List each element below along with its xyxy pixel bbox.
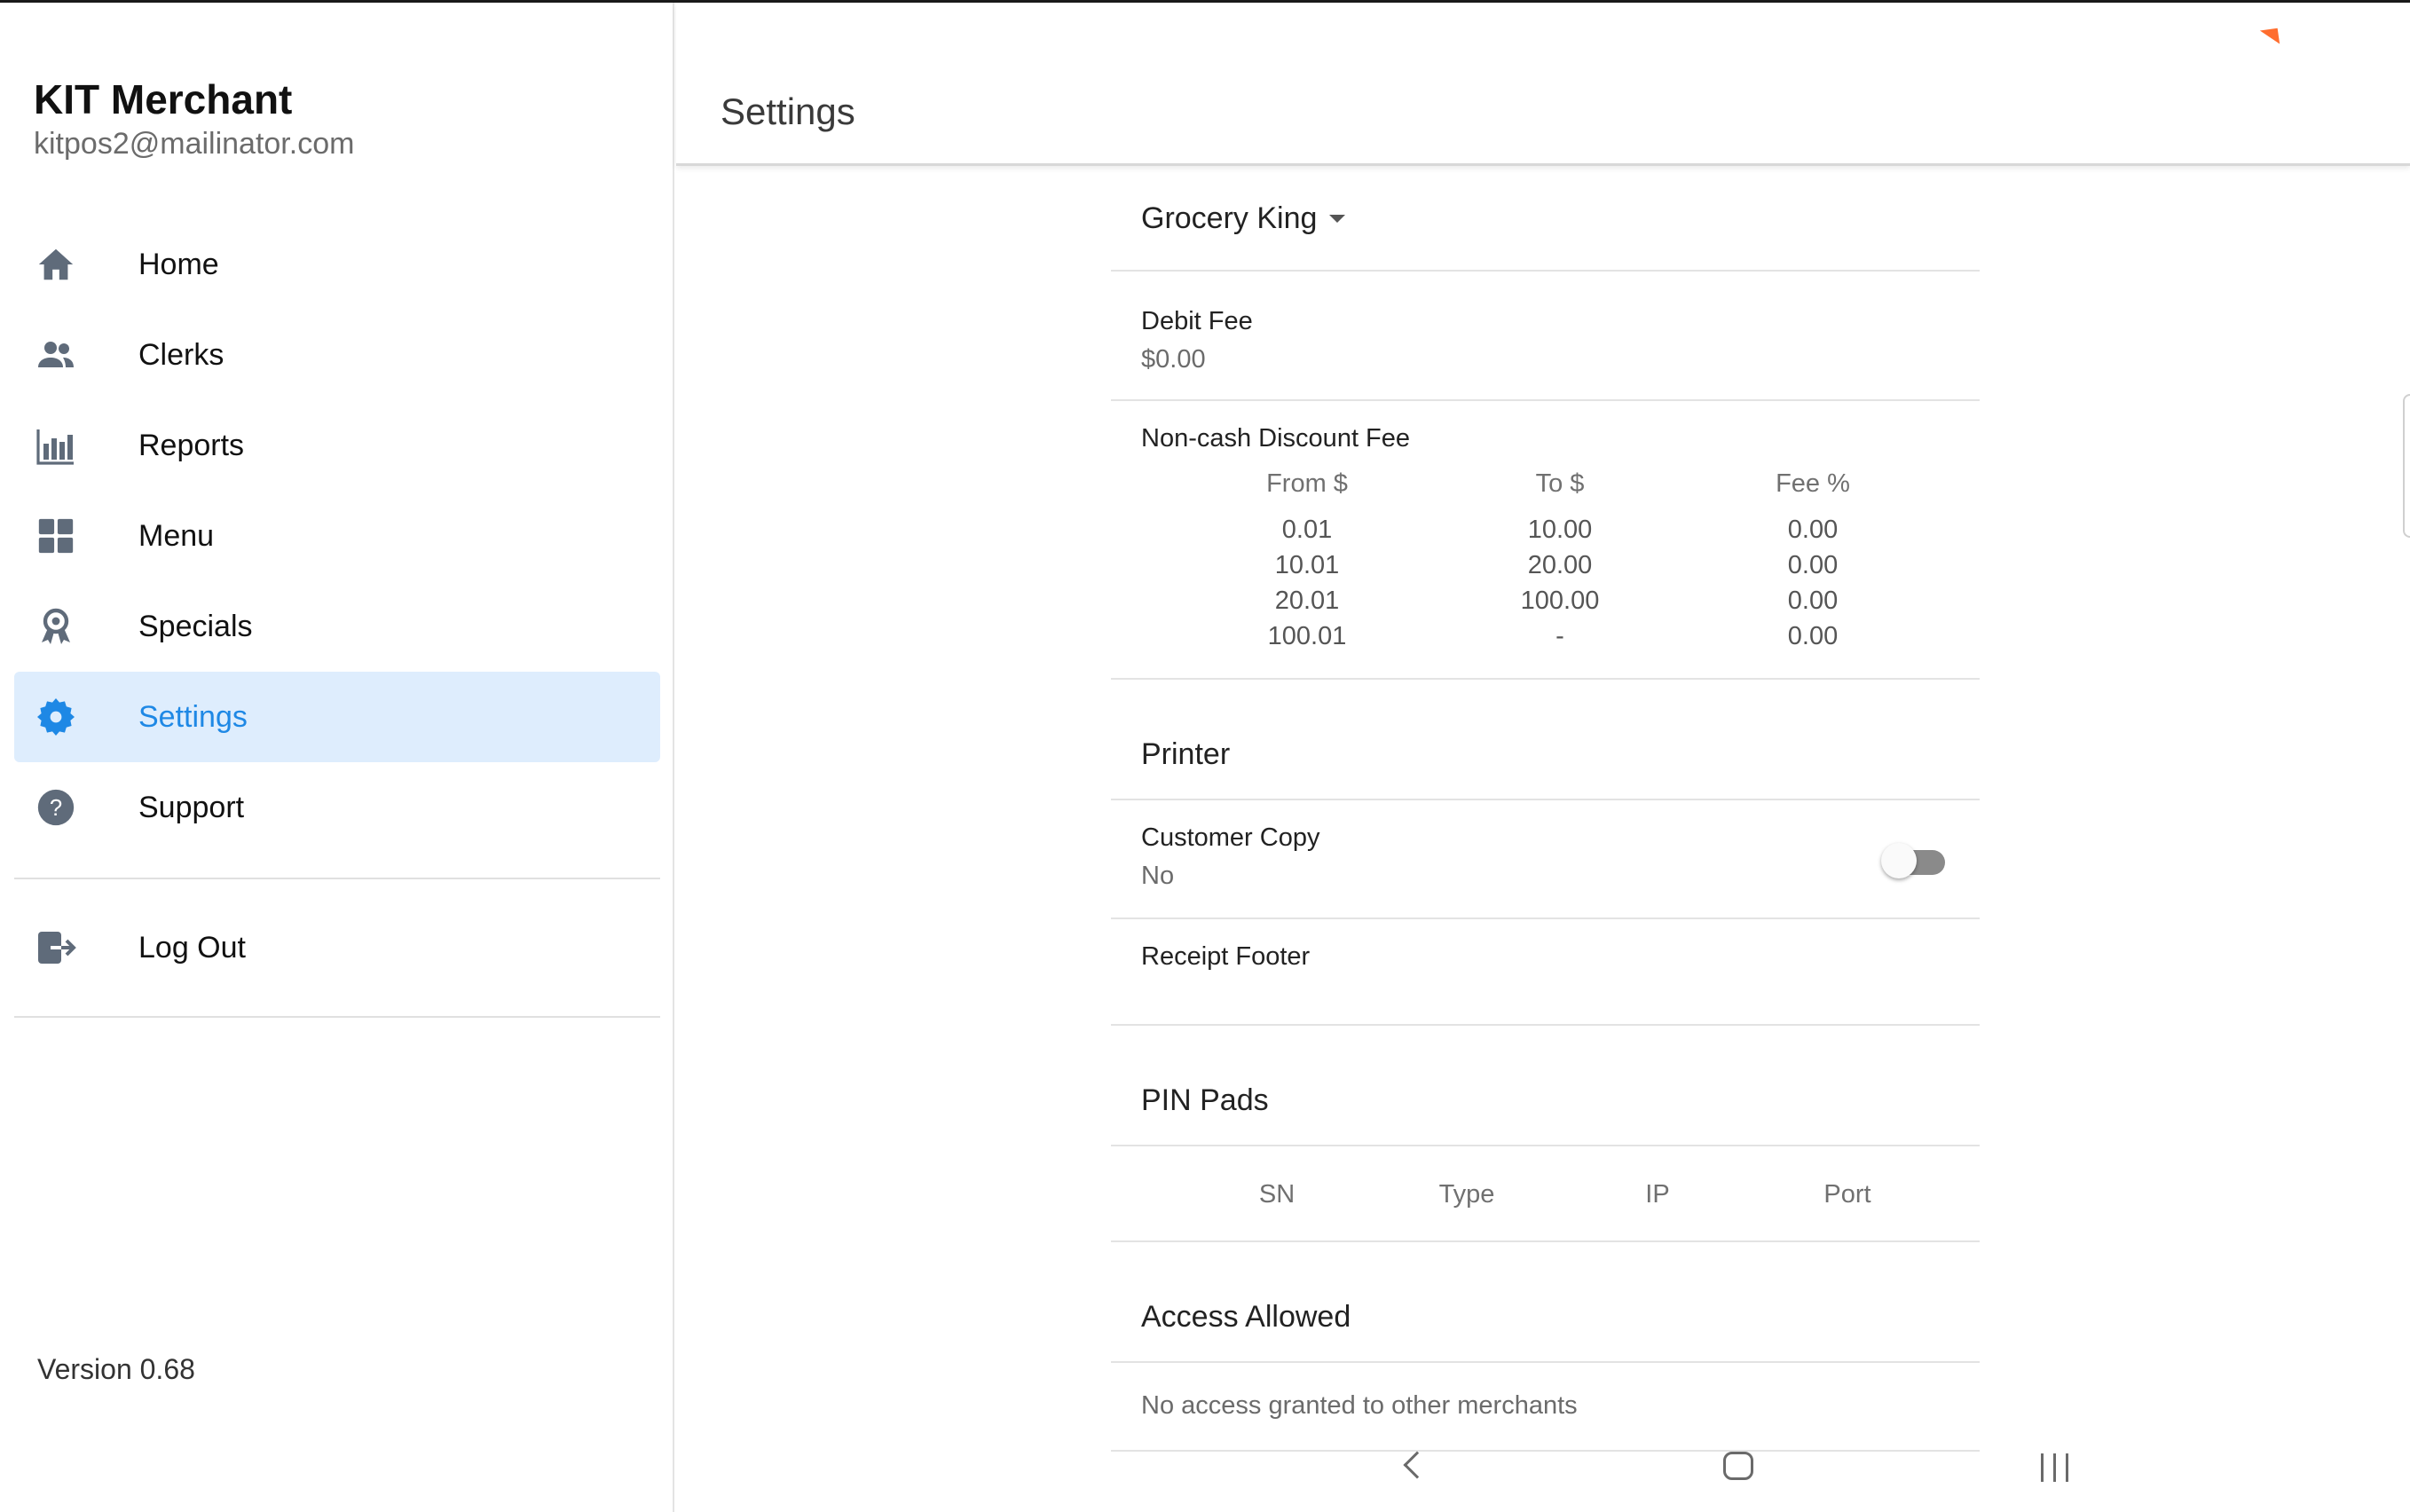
logout-icon — [34, 925, 78, 970]
recent-apps-icon[interactable] — [2041, 1453, 2073, 1482]
customer-copy-toggle[interactable] — [1881, 843, 1949, 878]
pin-pads-table-header: SN Type IP Port — [1111, 1146, 1980, 1242]
sidebar-item-label: Support — [138, 790, 245, 824]
customer-copy-value: No — [1141, 862, 1175, 890]
svg-text:?: ? — [50, 796, 62, 821]
table-row: 20.01 100.00 0.00 — [1141, 587, 1980, 622]
fee-table: From $ To $ Fee % 0.01 10.00 0.00 10.01 … — [1141, 469, 1980, 658]
debit-fee-row: Debit Fee $0.00 — [1111, 272, 1980, 401]
column-header: Type — [1438, 1180, 1495, 1209]
app-title: KIT Merchant — [34, 76, 293, 122]
back-icon[interactable] — [1403, 1451, 1431, 1479]
receipt-footer-row[interactable]: Receipt Footer — [1111, 919, 1980, 1026]
sidebar-item-label: Settings — [138, 699, 248, 734]
table-cell: 0.00 — [1787, 516, 1839, 544]
corner-indicator — [2259, 28, 2280, 47]
table-cell: - — [1555, 622, 1564, 650]
table-cell: 0.00 — [1787, 551, 1839, 579]
chevron-down-icon — [1329, 214, 1346, 223]
table-cell: 20.01 — [1274, 587, 1340, 615]
table-row: 10.01 20.00 0.00 — [1141, 551, 1980, 587]
table-cell: 0.00 — [1787, 587, 1839, 615]
table-cell: 20.00 — [1527, 551, 1593, 579]
column-header: IP — [1645, 1180, 1670, 1209]
table-cell: 0.01 — [1281, 516, 1333, 544]
bar-chart-icon — [34, 423, 78, 468]
account-email: kitpos2@mailinator.com — [34, 127, 355, 161]
app-header: Settings — [676, 3, 2410, 166]
printer-section-title: Printer — [1111, 680, 1980, 800]
customer-copy-row: Customer Copy No — [1111, 800, 1980, 919]
sidebar-item-label: Reports — [138, 428, 245, 462]
column-header: SN — [1258, 1180, 1296, 1209]
sidebar-item-label: Home — [138, 247, 219, 281]
sidebar: KIT Merchant kitpos2@mailinator.com Home… — [0, 3, 674, 1512]
fee-table-header: From $ To $ Fee % — [1141, 469, 1980, 516]
home-icon — [34, 242, 78, 287]
toggle-knob — [1881, 843, 1917, 878]
debit-fee-value: $0.00 — [1141, 345, 1206, 374]
noncash-fee-label: Non-cash Discount Fee — [1141, 424, 1411, 453]
table-row: 0.01 10.00 0.00 — [1141, 516, 1980, 551]
app-version: Version 0.68 — [37, 1353, 195, 1385]
table-row: 100.01 - 0.00 — [1141, 622, 1980, 658]
table-cell: 0.00 — [1787, 622, 1839, 650]
sidebar-item-settings[interactable]: Settings — [14, 672, 660, 762]
page-title: Settings — [721, 91, 855, 132]
settings-panel: Grocery King Debit Fee $0.00 Non-cash Di… — [1111, 167, 1980, 1452]
debit-fee-label: Debit Fee — [1141, 307, 1253, 335]
gear-icon — [34, 695, 78, 739]
sidebar-nav: Home Clerks Reports Menu Specials Settin… — [14, 219, 660, 1041]
home-button-icon[interactable] — [1723, 1452, 1753, 1480]
system-nav-bar — [1111, 1437, 2068, 1500]
pin-pads-section-title: PIN Pads — [1111, 1026, 1980, 1146]
logout-button[interactable]: Log Out — [14, 902, 660, 993]
table-cell: 10.00 — [1527, 516, 1593, 544]
column-header: Fee % — [1776, 469, 1850, 498]
column-header: To $ — [1535, 469, 1585, 498]
award-icon — [34, 604, 78, 649]
access-section-title: Access Allowed — [1111, 1242, 1980, 1363]
sidebar-item-specials[interactable]: Specials — [14, 581, 660, 672]
sidebar-item-clerks[interactable]: Clerks — [14, 310, 660, 400]
sidebar-item-label: Specials — [138, 609, 253, 643]
column-header: From $ — [1266, 469, 1348, 498]
table-cell: 100.01 — [1267, 622, 1347, 650]
store-name: Grocery King — [1141, 201, 1318, 235]
nav-divider — [14, 878, 660, 879]
nav-divider — [14, 1016, 660, 1018]
sidebar-item-reports[interactable]: Reports — [14, 400, 660, 491]
edge-panel-handle[interactable] — [2403, 394, 2410, 538]
grid-icon — [34, 514, 78, 558]
column-header: Port — [1823, 1180, 1871, 1209]
sidebar-item-support[interactable]: ? Support — [14, 762, 660, 853]
table-cell: 100.00 — [1520, 587, 1600, 615]
sidebar-item-menu[interactable]: Menu — [14, 491, 660, 581]
store-selector[interactable]: Grocery King — [1111, 167, 1980, 272]
customer-copy-label: Customer Copy — [1141, 823, 1320, 852]
sidebar-item-label: Clerks — [138, 337, 224, 372]
receipt-footer-label: Receipt Footer — [1141, 942, 1311, 971]
logout-label: Log Out — [138, 930, 246, 965]
help-icon: ? — [34, 785, 78, 830]
sidebar-item-home[interactable]: Home — [14, 219, 660, 310]
noncash-fee-section: Non-cash Discount Fee From $ To $ Fee % … — [1111, 401, 1980, 680]
sidebar-item-label: Menu — [138, 518, 215, 553]
table-cell: 10.01 — [1274, 551, 1340, 579]
people-icon — [34, 333, 78, 377]
